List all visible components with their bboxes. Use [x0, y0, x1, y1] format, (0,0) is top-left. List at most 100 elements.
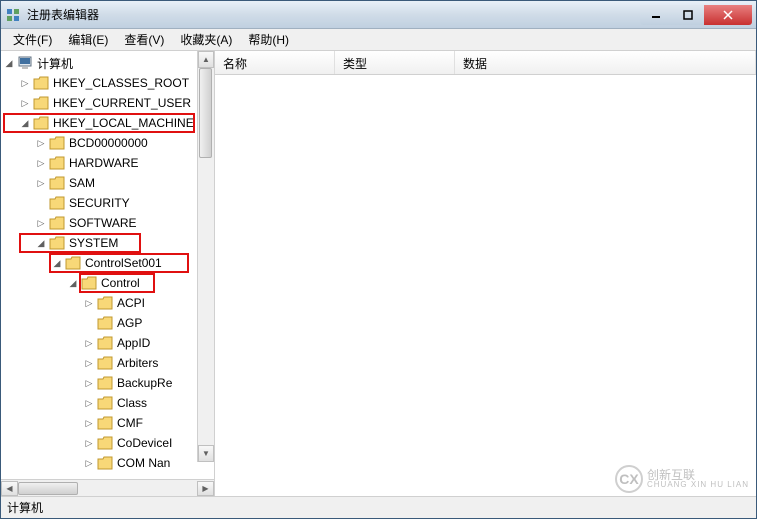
- tree-label: BCD00000000: [69, 136, 148, 150]
- tree-scroll-area: ◢ 计算机 ▷ HKEY_CLASSES_ROOT ▷ HKEY_CURRENT…: [1, 51, 214, 479]
- scroll-left-button[interactable]: ◀: [1, 481, 18, 496]
- tree-codevicei[interactable]: ▷ CoDeviceI: [1, 433, 214, 453]
- tree-sam[interactable]: ▷ SAM: [1, 173, 214, 193]
- tree-appid[interactable]: ▷ AppID: [1, 333, 214, 353]
- collapse-icon[interactable]: ◢: [3, 57, 15, 69]
- tree-label: HARDWARE: [69, 156, 139, 170]
- tree-software[interactable]: ▷ SOFTWARE: [1, 213, 214, 233]
- tree-label: CMF: [117, 416, 143, 430]
- scroll-track[interactable]: [18, 481, 197, 496]
- column-data[interactable]: 数据: [455, 51, 756, 74]
- tree-system[interactable]: ◢ SYSTEM: [1, 233, 214, 253]
- maximize-button[interactable]: [672, 5, 704, 25]
- folder-icon: [97, 296, 113, 310]
- expand-icon[interactable]: ▷: [83, 397, 95, 409]
- expand-icon[interactable]: ▷: [83, 337, 95, 349]
- tree-cmf[interactable]: ▷ CMF: [1, 413, 214, 433]
- tree-label: 计算机: [37, 55, 73, 72]
- scroll-up-button[interactable]: ▲: [198, 51, 214, 68]
- tree-bcd[interactable]: ▷ BCD00000000: [1, 133, 214, 153]
- collapse-icon[interactable]: ◢: [35, 237, 47, 249]
- tree-control[interactable]: ◢ Control: [1, 273, 214, 293]
- folder-icon: [33, 116, 49, 130]
- tree-label: Class: [117, 396, 147, 410]
- tree-label: CoDeviceI: [117, 436, 172, 450]
- minimize-button[interactable]: [640, 5, 672, 25]
- tree-label: HKEY_CLASSES_ROOT: [53, 76, 189, 90]
- scroll-thumb[interactable]: [199, 68, 212, 158]
- tree-hkcr[interactable]: ▷ HKEY_CLASSES_ROOT: [1, 73, 214, 93]
- folder-icon: [97, 456, 113, 470]
- tree-controlset001[interactable]: ◢ ControlSet001: [1, 253, 214, 273]
- expand-icon[interactable]: ▷: [83, 377, 95, 389]
- column-type[interactable]: 类型: [335, 51, 455, 74]
- tree-security[interactable]: SECURITY: [1, 193, 214, 213]
- scroll-right-button[interactable]: ▶: [197, 481, 214, 496]
- computer-icon: [17, 56, 33, 70]
- collapse-icon[interactable]: ◢: [19, 117, 31, 129]
- menu-favorites[interactable]: 收藏夹(A): [172, 29, 240, 50]
- close-button[interactable]: [704, 5, 752, 25]
- expand-icon[interactable]: ▷: [35, 177, 47, 189]
- statusbar: 计算机: [1, 496, 756, 518]
- menu-file[interactable]: 文件(F): [5, 29, 60, 50]
- watermark-sub: CHUANG XIN HU LIAN: [647, 481, 749, 489]
- list-panel: 名称 类型 数据: [215, 51, 756, 496]
- expand-icon[interactable]: ▷: [19, 97, 31, 109]
- menu-help[interactable]: 帮助(H): [240, 29, 297, 50]
- status-path: 计算机: [7, 499, 43, 516]
- titlebar[interactable]: 注册表编辑器: [1, 1, 756, 29]
- folder-icon: [49, 156, 65, 170]
- folder-icon: [49, 176, 65, 190]
- tree-label: SECURITY: [69, 196, 130, 210]
- list-body[interactable]: [215, 75, 756, 496]
- tree-agp[interactable]: AGP: [1, 313, 214, 333]
- vertical-scrollbar[interactable]: ▲ ▼: [197, 51, 214, 462]
- collapse-icon[interactable]: ◢: [51, 257, 63, 269]
- tree-arbiters[interactable]: ▷ Arbiters: [1, 353, 214, 373]
- scroll-track[interactable]: [198, 68, 214, 445]
- folder-icon: [97, 376, 113, 390]
- folder-icon: [97, 396, 113, 410]
- watermark-text: 创新互联 CHUANG XIN HU LIAN: [647, 469, 749, 489]
- window-controls: [640, 5, 752, 25]
- horizontal-scrollbar[interactable]: ◀ ▶: [1, 479, 214, 496]
- tree-root-computer[interactable]: ◢ 计算机: [1, 53, 214, 73]
- tree-comnan[interactable]: ▷ COM Nan: [1, 453, 214, 473]
- app-icon: [5, 7, 21, 23]
- tree-label: SAM: [69, 176, 95, 190]
- tree-label: COM Nan: [117, 456, 170, 470]
- expand-icon[interactable]: ▷: [19, 77, 31, 89]
- folder-icon: [33, 96, 49, 110]
- expand-icon[interactable]: ▷: [83, 437, 95, 449]
- tree-acpi[interactable]: ▷ ACPI: [1, 293, 214, 313]
- scroll-thumb[interactable]: [18, 482, 78, 495]
- folder-icon: [49, 216, 65, 230]
- tree-backupre[interactable]: ▷ BackupRe: [1, 373, 214, 393]
- expand-icon[interactable]: ▷: [35, 137, 47, 149]
- column-name[interactable]: 名称: [215, 51, 335, 74]
- collapse-icon[interactable]: ◢: [67, 277, 79, 289]
- scroll-down-button[interactable]: ▼: [198, 445, 214, 462]
- folder-icon: [49, 196, 65, 210]
- tree-hkcu[interactable]: ▷ HKEY_CURRENT_USER: [1, 93, 214, 113]
- expand-icon[interactable]: ▷: [83, 357, 95, 369]
- menubar: 文件(F) 编辑(E) 查看(V) 收藏夹(A) 帮助(H): [1, 29, 756, 51]
- tree-label: AppID: [117, 336, 150, 350]
- expand-icon[interactable]: ▷: [83, 417, 95, 429]
- tree-hardware[interactable]: ▷ HARDWARE: [1, 153, 214, 173]
- expand-icon[interactable]: ▷: [35, 157, 47, 169]
- expand-icon[interactable]: ▷: [83, 457, 95, 469]
- watermark-logo-icon: CX: [615, 465, 643, 493]
- tree-class[interactable]: ▷ Class: [1, 393, 214, 413]
- folder-icon: [97, 336, 113, 350]
- menu-edit[interactable]: 编辑(E): [60, 29, 116, 50]
- folder-icon: [97, 316, 113, 330]
- tree-hklm[interactable]: ◢ HKEY_LOCAL_MACHINE: [1, 113, 214, 133]
- folder-icon: [97, 356, 113, 370]
- expand-icon[interactable]: ▷: [83, 297, 95, 309]
- watermark: CX 创新互联 CHUANG XIN HU LIAN: [615, 465, 749, 493]
- menu-view[interactable]: 查看(V): [116, 29, 172, 50]
- tree-label: ControlSet001: [85, 256, 162, 270]
- expand-icon[interactable]: ▷: [35, 217, 47, 229]
